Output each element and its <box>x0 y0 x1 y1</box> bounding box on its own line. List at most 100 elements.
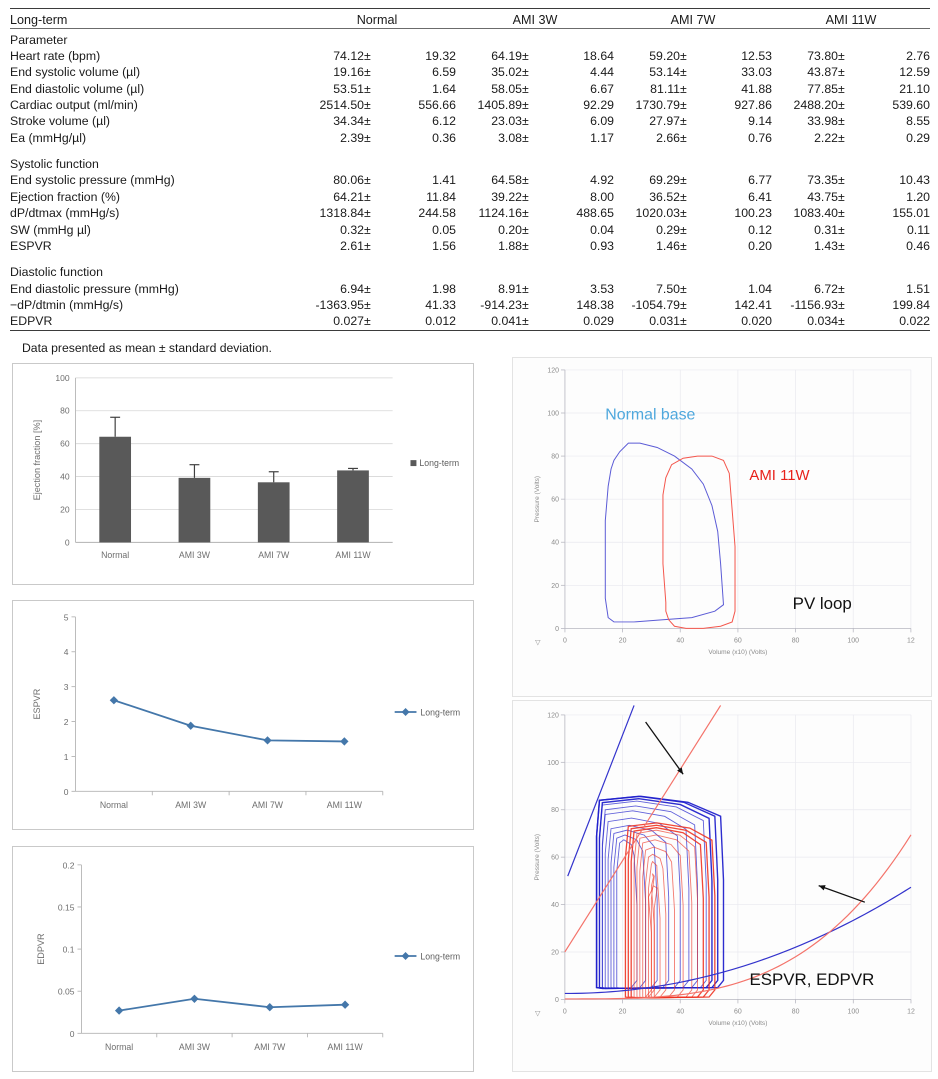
plus-minus-symbol: ± <box>522 65 529 80</box>
table-cell-sd: 21.10 <box>899 81 930 96</box>
table-cell-mean: 7.50 <box>656 281 680 296</box>
table-cell-mean: 0.20 <box>498 222 522 237</box>
table-cell-sd: 244.58 <box>418 206 456 221</box>
table-cell-mean: 73.80 <box>807 49 838 64</box>
ejection-fraction-svg: 0 20 40 60 80 100 Normal AMI 3W AMI 7W AMI 11W Eje… <box>32 373 459 560</box>
plus-minus-symbol: ± <box>522 238 529 253</box>
annotation-pv-loop-title: PV loop <box>793 594 852 613</box>
table-cell-sd: 1.17 <box>590 130 614 145</box>
plus-minus-symbol: ± <box>680 238 687 253</box>
table-cell-mean: 39.22 <box>491 189 522 204</box>
plus-minus-symbol: ± <box>364 189 371 204</box>
table-cell-sd: 0.29 <box>906 130 930 145</box>
table-cell-sd: 41.88 <box>741 81 772 96</box>
table-cell-mean: 2514.50 <box>319 98 364 113</box>
pv-loop-panel: 0 20 40 60 80 100 120 0 20 40 60 80 100 12 Volume (x10… <box>512 357 932 697</box>
table-cell-sd: 0.11 <box>906 222 930 237</box>
plus-minus-symbol: ± <box>680 130 687 145</box>
y-axis-title: EDPVR <box>36 933 46 965</box>
plus-minus-symbol: ± <box>680 81 687 96</box>
table-cell-mean: 2.39 <box>340 130 364 145</box>
table-cell-sd: 12.53 <box>741 49 772 64</box>
table-cell-mean: 1083.40 <box>793 206 838 221</box>
table-cell-sd: 155.01 <box>892 206 930 221</box>
table-cell-mean: 0.034 <box>807 314 838 329</box>
table-group-header-0: Normal <box>356 12 398 27</box>
plus-minus-symbol: ± <box>838 281 845 296</box>
table-cell-sd: 33.03 <box>741 65 772 80</box>
table-row-label: dP/dtmax (mmHg/s) <box>10 206 120 221</box>
plus-minus-symbol: ± <box>838 65 845 80</box>
plus-minus-symbol: ± <box>838 173 845 188</box>
x-category-label: AMI 7W <box>252 800 284 810</box>
table-cell-mean: 33.98 <box>807 114 838 129</box>
plus-minus-symbol: ± <box>680 281 687 296</box>
table-cell-mean: 53.14 <box>649 65 680 80</box>
legend-label: Long-term <box>419 458 459 468</box>
table-cell-sd: 8.00 <box>590 189 614 204</box>
table-cell-mean: 1730.79 <box>635 98 680 113</box>
table-cell-sd: 1.64 <box>432 81 456 96</box>
y-axis-title: ESPVR <box>32 688 42 719</box>
table-cell-sd: 0.05 <box>432 222 456 237</box>
espvr-line-normal <box>567 705 635 877</box>
table-row: End diastolic pressure (mmHg) 6.94 ±1.98 8.… <box>10 281 930 297</box>
table-cell-sd: 0.36 <box>432 130 456 145</box>
table-cell-sd: 4.44 <box>590 65 614 80</box>
table-row: End systolic pressure (mmHg) 80.06 ±1.41 64… <box>10 172 930 188</box>
plus-minus-symbol: ± <box>364 98 371 113</box>
data-point-marker <box>114 1006 124 1015</box>
table-cell-sd: 6.77 <box>748 173 772 188</box>
data-point-marker <box>340 1000 350 1009</box>
table-cell-sd: 0.93 <box>590 238 614 253</box>
plus-minus-symbol: ± <box>364 65 371 80</box>
x-category-label: Normal <box>105 1042 133 1052</box>
table-cell-mean: 43.75 <box>807 189 838 204</box>
y-tick-label: 60 <box>551 855 559 862</box>
espvr-edpvr-panel: 0 20 40 60 80 100 120 0 20 40 60 80 100 12 Volume (x10… <box>512 700 932 1072</box>
x-category-label: AMI 3W <box>175 800 207 810</box>
plus-minus-symbol: ± <box>680 314 687 329</box>
table-footnote: Data presented as mean ± standard deviat… <box>22 341 272 355</box>
table-row: SW (mmHg µl) 0.32 ±0.05 0.20 ±0.04 0.29 ±0.12 0… <box>10 222 930 238</box>
table-cell-mean: 35.02 <box>491 65 522 80</box>
y-tick-label: 120 <box>547 712 559 719</box>
table-cell-mean: 0.29 <box>656 222 680 237</box>
plus-minus-symbol: ± <box>680 189 687 204</box>
table-cell-mean: 0.041 <box>491 314 522 329</box>
table-cell-sd: 100.23 <box>734 206 772 221</box>
x-tick-label: 12 <box>907 637 915 644</box>
table-cell-sd: 6.12 <box>432 114 456 129</box>
table-section-header: Diastolic function <box>10 264 930 280</box>
edpvr-svg: 0 0.05 0.1 0.15 0.2 Normal AMI 3W AMI 7W AMI 11W… <box>36 860 460 1052</box>
x-tick-label: 20 <box>619 1008 627 1015</box>
x-tick-label: 40 <box>676 637 684 644</box>
data-line <box>118 997 346 1012</box>
table-group-header-3: AMI 11W <box>825 12 877 27</box>
plus-minus-symbol: ± <box>522 206 529 221</box>
x-tick-label: 20 <box>619 637 627 644</box>
table-section-header: Parameter <box>10 32 930 48</box>
table-cell-mean: 0.32 <box>340 222 364 237</box>
table-cell-mean: 6.94 <box>340 281 364 296</box>
table-cell-sd: 0.020 <box>741 314 772 329</box>
table-cell-sd: 12.59 <box>899 65 930 80</box>
legend-swatch <box>410 460 417 467</box>
plus-minus-symbol: ± <box>522 297 529 312</box>
x-tick-label: 80 <box>792 637 800 644</box>
plus-minus-symbol: ± <box>364 206 371 221</box>
table-cell-mean: 74.12 <box>333 49 364 64</box>
plus-minus-symbol: ± <box>838 189 845 204</box>
table-row: −dP/dtmin (mmHg/s) -1363.95 ±41.33 -914.23 ±… <box>10 297 930 313</box>
x-tick-label: 12 <box>907 1008 915 1015</box>
table-row: Stroke volume (µl) 34.34 ±6.12 23.03 ±6.09 27… <box>10 113 930 129</box>
table-row-label: Cardiac output (ml/min) <box>10 98 138 113</box>
table-row-label: ESPVR <box>10 238 52 253</box>
data-point-marker <box>190 994 199 1003</box>
x-category-label: Normal <box>101 550 129 560</box>
edpvr-annotation-arrow <box>818 884 866 903</box>
table-cell-mean: 27.97 <box>649 114 680 129</box>
y-tick-label: 100 <box>547 410 559 417</box>
axis-origin-marker: ▽ <box>535 639 541 646</box>
y-tick-label: 0 <box>555 626 559 633</box>
